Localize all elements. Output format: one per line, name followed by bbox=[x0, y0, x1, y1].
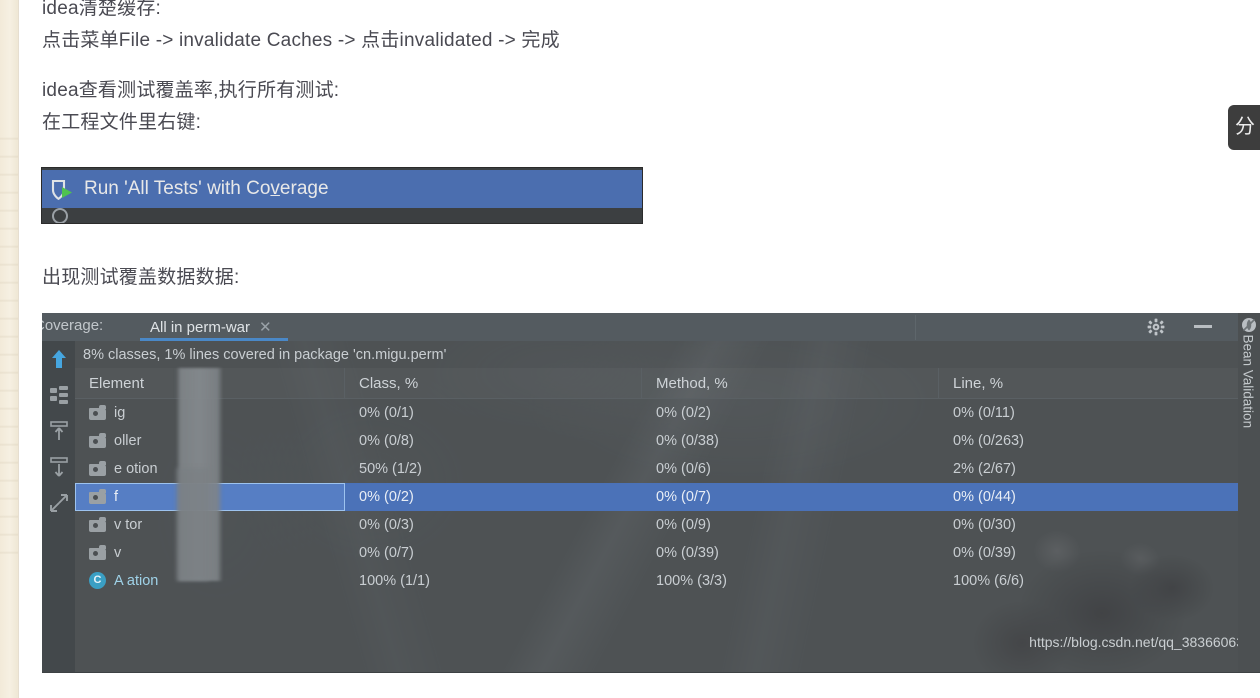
package-icon bbox=[89, 461, 107, 477]
element-name: e otion bbox=[114, 461, 158, 477]
article-line-3: idea查看测试覆盖率,执行所有测试: bbox=[42, 80, 340, 101]
menu-item-run-all-tests-with-coverage[interactable]: Run 'All Tests' with Coverage bbox=[42, 170, 642, 208]
coverage-table: Element Class, % Method, % Line, % ig 0%… bbox=[75, 368, 1260, 672]
tab-all-in-perm-war[interactable]: All in perm-war ✕ bbox=[140, 313, 282, 341]
menu-item-label: Run 'All Tests' with Coverage bbox=[84, 178, 329, 199]
cell-method-pct: 0% (0/9) bbox=[656, 517, 711, 533]
partial-icon bbox=[52, 208, 68, 223]
close-icon[interactable]: ✕ bbox=[259, 320, 272, 335]
table-row[interactable]: A ation 100% (1/1) 100% (3/3) 100% (6/6) bbox=[75, 567, 1260, 595]
element-name: A ation bbox=[114, 573, 159, 589]
coverage-title: Coverage: bbox=[42, 317, 104, 334]
up-arrow-icon[interactable] bbox=[47, 347, 71, 371]
cell-line-pct: 0% (0/263) bbox=[953, 433, 1024, 449]
tab-label: All in perm-war bbox=[150, 318, 251, 336]
article-line-2: 点击菜单File -> invalidate Caches -> 点击inval… bbox=[42, 30, 560, 51]
package-icon bbox=[89, 489, 107, 505]
class-icon bbox=[89, 572, 107, 590]
column-header-element[interactable]: Element bbox=[75, 368, 345, 398]
cell-class-pct: 100% (1/1) bbox=[359, 573, 430, 589]
gear-icon[interactable] bbox=[1147, 318, 1165, 336]
package-icon bbox=[89, 405, 107, 421]
cell-method-pct: 0% (0/39) bbox=[656, 545, 719, 561]
element-name: ig bbox=[114, 405, 126, 421]
cell-line-pct: 0% (0/11) bbox=[953, 405, 1015, 421]
cell-element: A ation bbox=[75, 567, 345, 595]
table-header-row: Element Class, % Method, % Line, % bbox=[75, 368, 1260, 399]
page-left-gutter bbox=[0, 0, 18, 698]
flatten-packages-icon[interactable] bbox=[47, 383, 71, 407]
table-row[interactable]: v tor 0% (0/3) 0% (0/9) 0% (0/30) bbox=[75, 511, 1260, 539]
export-icon[interactable] bbox=[47, 491, 71, 515]
share-button[interactable]: 分享 bbox=[1228, 105, 1260, 150]
cell-method-pct: 0% (0/6) bbox=[656, 461, 711, 477]
blog-page: idea清楚缓存: 点击菜单File -> invalidate Caches … bbox=[0, 0, 1260, 698]
header-divider bbox=[915, 315, 916, 340]
cell-method-pct: 0% (0/7) bbox=[656, 489, 711, 505]
element-name: oller bbox=[114, 433, 142, 449]
package-icon bbox=[89, 433, 107, 449]
cell-method-pct: 0% (0/38) bbox=[656, 433, 719, 449]
coverage-summary: 8% classes, 1% lines covered in package … bbox=[83, 346, 447, 363]
watermark-url: https://blog.csdn.net/qq_38366063 bbox=[1029, 634, 1244, 650]
column-header-line-pct[interactable]: Line, % bbox=[939, 368, 1260, 398]
table-row[interactable]: v 0% (0/7) 0% (0/39) 0% (0/39) bbox=[75, 539, 1260, 567]
bean-validation-icon bbox=[1241, 317, 1257, 333]
column-header-method-pct[interactable]: Method, % bbox=[642, 368, 939, 398]
context-menu-screenshot: Run 'All Tests' with Coverage bbox=[42, 168, 642, 223]
gutter-texture bbox=[0, 130, 18, 560]
column-header-class-pct[interactable]: Class, % bbox=[345, 368, 642, 398]
cell-element: v bbox=[75, 539, 345, 567]
cell-element: oller bbox=[75, 427, 345, 455]
cell-class-pct: 0% (0/2) bbox=[359, 489, 414, 505]
coverage-tool-window: Coverage: All in perm-war ✕ bbox=[42, 313, 1260, 672]
article-line-5: 出现测试覆盖数据数据: bbox=[42, 267, 240, 288]
article-line-1: idea清楚缓存: bbox=[42, 0, 162, 19]
cell-class-pct: 0% (0/7) bbox=[359, 545, 414, 561]
cell-element: f bbox=[75, 483, 345, 511]
element-name: f bbox=[114, 489, 119, 505]
tab-bean-validation[interactable]: Bean Validation bbox=[1241, 335, 1256, 435]
cell-class-pct: 50% (1/2) bbox=[359, 461, 422, 477]
cell-class-pct: 0% (0/3) bbox=[359, 517, 414, 533]
cell-line-pct: 2% (2/67) bbox=[953, 461, 1016, 477]
cell-line-pct: 0% (0/30) bbox=[953, 517, 1016, 533]
table-row[interactable]: oller 0% (0/8) 0% (0/38) 0% (0/263) bbox=[75, 427, 1260, 455]
cell-class-pct: 0% (0/8) bbox=[359, 433, 414, 449]
menu-item-partial-below[interactable] bbox=[42, 208, 642, 223]
gutter-edge-divider bbox=[18, 0, 19, 698]
cell-element: v tor bbox=[75, 511, 345, 539]
cell-method-pct: 100% (3/3) bbox=[656, 573, 727, 589]
cell-line-pct: 100% (6/6) bbox=[953, 573, 1024, 589]
cell-class-pct: 0% (0/1) bbox=[359, 405, 414, 421]
element-name: v bbox=[114, 545, 122, 561]
table-row-selected[interactable]: f 0% (0/2) 0% (0/7) 0% (0/44) bbox=[75, 483, 1260, 511]
cell-line-pct: 0% (0/44) bbox=[953, 489, 1016, 505]
right-tool-bar: Bean Validation bbox=[1238, 313, 1260, 672]
table-row[interactable]: e otion 50% (1/2) 0% (0/6) 2% (2/67) bbox=[75, 455, 1260, 483]
coverage-header-bar: Coverage: All in perm-war ✕ bbox=[42, 313, 1260, 341]
expand-all-icon[interactable] bbox=[47, 419, 71, 443]
cell-element: e otion bbox=[75, 455, 345, 483]
panel-bottom-edge bbox=[42, 672, 1260, 673]
package-icon bbox=[89, 545, 107, 561]
collapse-all-icon[interactable] bbox=[47, 455, 71, 479]
cell-method-pct: 0% (0/2) bbox=[656, 405, 711, 421]
coverage-run-icon bbox=[50, 179, 80, 201]
element-name: v tor bbox=[114, 517, 143, 533]
minimize-icon[interactable] bbox=[1194, 325, 1212, 328]
article-line-4: 在工程文件里右键: bbox=[42, 112, 202, 133]
cell-line-pct: 0% (0/39) bbox=[953, 545, 1016, 561]
cell-element: ig bbox=[75, 399, 345, 427]
coverage-toolbar bbox=[42, 341, 75, 672]
package-icon bbox=[89, 517, 107, 533]
table-row[interactable]: ig 0% (0/1) 0% (0/2) 0% (0/11) bbox=[75, 399, 1260, 427]
